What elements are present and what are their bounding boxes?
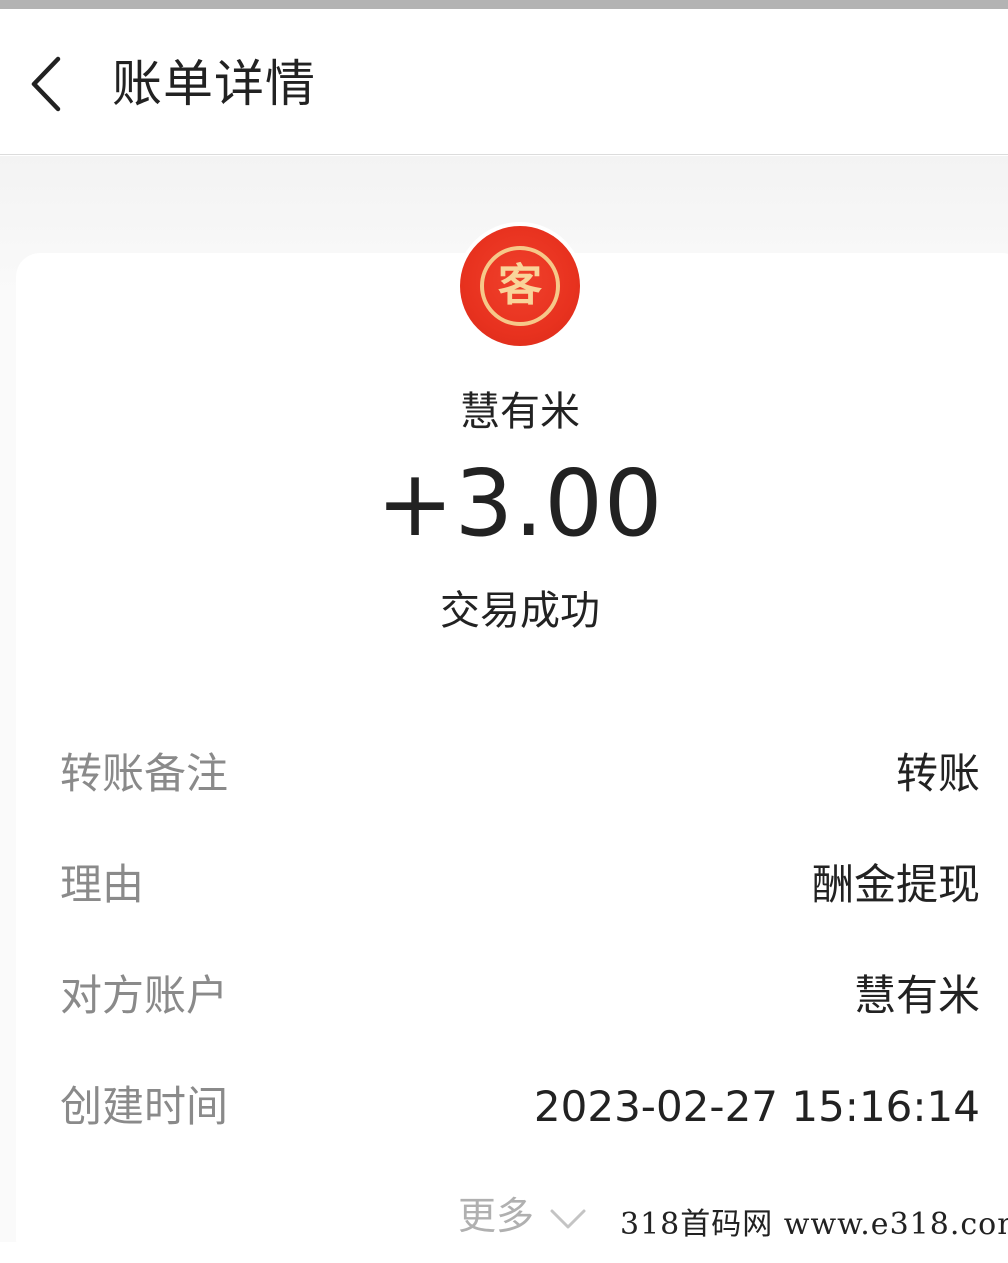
detail-label-reason: 理由	[60, 860, 145, 909]
detail-value-reason: 酬金提现	[811, 860, 980, 909]
detail-value-remark: 转账	[895, 749, 980, 798]
transaction-status: 交易成功	[440, 588, 600, 634]
more-button[interactable]: 更多	[458, 1190, 588, 1242]
chevron-down-icon	[550, 1209, 586, 1228]
app-header: 账单详情	[0, 9, 1008, 155]
detail-label-created-time: 创建时间	[60, 1082, 229, 1131]
more-label: 更多	[458, 1194, 535, 1238]
merchant-logo: 客	[456, 222, 584, 350]
detail-label-remark: 转账备注	[60, 749, 229, 798]
merchant-name: 慧有米	[460, 389, 580, 435]
chevron-left-icon	[31, 56, 61, 112]
detail-value-created-time: 2023-02-27 15:16:14	[533, 1082, 980, 1131]
detail-value-counterparty: 慧有米	[853, 971, 980, 1020]
site-watermark: 318首码网 www.e318.com	[620, 1207, 1008, 1242]
logo-character: 客	[498, 260, 542, 311]
transaction-amount: +3.00	[376, 450, 664, 557]
detail-label-counterparty: 对方账户	[60, 971, 229, 1020]
merchant-logo-circle: 客	[460, 226, 580, 346]
page-title: 账单详情	[112, 55, 316, 113]
back-button[interactable]	[22, 49, 74, 119]
status-bar-strip	[0, 0, 1008, 9]
